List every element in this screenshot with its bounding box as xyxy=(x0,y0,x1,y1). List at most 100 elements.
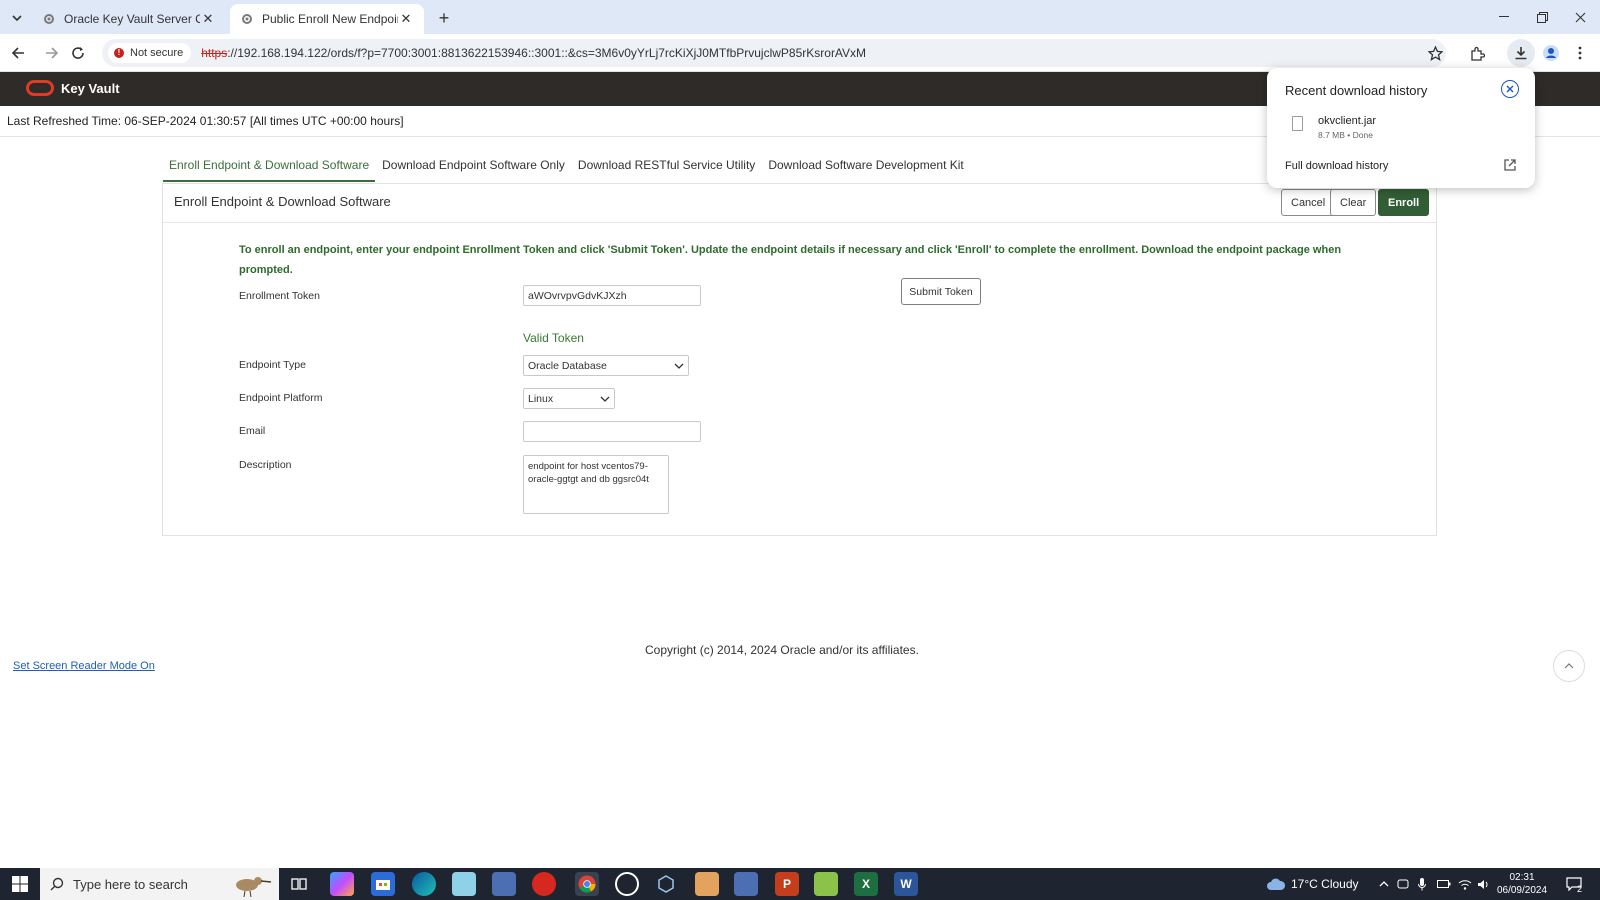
browser-tabstrip: Oracle Key Vault Server Console ✕ Public… xyxy=(0,0,1600,34)
bookmark-star-icon[interactable] xyxy=(1423,41,1447,65)
microphone-icon[interactable] xyxy=(1418,868,1426,900)
endpoint-platform-label: Endpoint Platform xyxy=(239,392,323,404)
endpoint-platform-select[interactable]: Linux xyxy=(523,388,615,409)
address-bar[interactable]: ! Not secure https://192.168.194.122/ord… xyxy=(102,39,1446,67)
clock-date: 06/09/2024 xyxy=(1496,885,1548,896)
oracle-logo-icon xyxy=(26,80,54,96)
open-external-icon[interactable] xyxy=(1503,158,1517,172)
taskbar-clock[interactable]: 02:31 06/09/2024 xyxy=(1486,871,1558,897)
submit-token-button[interactable]: Submit Token xyxy=(901,278,981,305)
email-label: Email xyxy=(239,425,266,437)
edge-browser-icon[interactable] xyxy=(412,872,436,896)
windows-start-icon[interactable] xyxy=(0,868,40,900)
notepad-icon[interactable] xyxy=(452,872,476,896)
clear-button[interactable]: Clear xyxy=(1330,189,1377,216)
tab-search-dropdown-icon[interactable] xyxy=(6,7,28,29)
warning-icon: ! xyxy=(114,48,124,58)
downloads-icon[interactable] xyxy=(1507,39,1535,67)
file-icon xyxy=(1292,116,1303,131)
tab-download-sdk[interactable]: Download Software Development Kit xyxy=(762,150,969,182)
reload-icon[interactable] xyxy=(66,41,90,65)
chevron-up-icon xyxy=(1564,663,1574,669)
wifi-icon[interactable] xyxy=(1458,868,1472,900)
download-file-meta: 8.7 MB • Done xyxy=(1318,130,1373,140)
region-title: Enroll Endpoint & Download Software xyxy=(174,194,391,209)
store-icon[interactable] xyxy=(371,872,395,896)
endpoint-type-value: Oracle Database xyxy=(528,359,607,372)
task-view-icon[interactable] xyxy=(287,872,311,896)
tab-close-icon[interactable]: ✕ xyxy=(398,11,414,27)
browser-menu-icon[interactable] xyxy=(1568,41,1592,65)
file-manager-icon[interactable] xyxy=(695,872,719,896)
back-icon[interactable] xyxy=(6,41,30,65)
notepadpp-icon[interactable] xyxy=(814,872,838,896)
gear-favicon-icon xyxy=(44,14,54,24)
excel-icon[interactable]: X xyxy=(854,872,878,896)
email-input[interactable] xyxy=(523,421,701,442)
tab-download-endpoint-software[interactable]: Download Endpoint Software Only xyxy=(376,150,571,182)
copilot-icon[interactable] xyxy=(330,872,354,896)
clock-time: 02:31 xyxy=(1509,872,1535,883)
oracle-app-icon[interactable] xyxy=(532,872,556,896)
meet-icon[interactable] xyxy=(1397,868,1409,900)
tab-enroll-endpoint[interactable]: Enroll Endpoint & Download Software xyxy=(163,150,376,182)
close-window-icon[interactable] xyxy=(1561,0,1599,34)
enrollment-token-input[interactable]: aWOvrvpvGdvKJXzh xyxy=(523,285,701,306)
minimize-icon[interactable] xyxy=(1485,0,1523,34)
powerpoint-icon[interactable]: P xyxy=(775,872,799,896)
notification-center-icon[interactable]: 2 xyxy=(1566,868,1582,900)
chevron-down-icon xyxy=(600,396,610,402)
weather-widget[interactable]: 17°C Cloudy xyxy=(1266,868,1359,900)
enroll-button[interactable]: Enroll xyxy=(1378,189,1430,216)
enrollment-token-label: Enrollment Token xyxy=(239,290,320,302)
full-download-history-link[interactable]: Full download history xyxy=(1285,160,1388,172)
profile-avatar-icon[interactable] xyxy=(1539,41,1563,65)
download-file-name[interactable]: okvclient.jar xyxy=(1318,115,1376,127)
tab-close-icon[interactable]: ✕ xyxy=(200,11,216,27)
search-placeholder: Type here to search xyxy=(73,876,188,892)
endpoint-type-label: Endpoint Type xyxy=(239,359,306,371)
show-hidden-icons-icon[interactable] xyxy=(1379,868,1389,900)
search-highlight-bird-icon xyxy=(236,877,272,897)
scroll-to-top-button[interactable] xyxy=(1553,650,1585,682)
browser-tab-public-enroll[interactable]: Public Enroll New Endpoint ✕ xyxy=(230,4,424,34)
endpoint-type-select[interactable]: Oracle Database xyxy=(523,355,689,376)
app-name: Key Vault xyxy=(61,81,120,96)
download-history-popup: Recent download history okvclient.jar 8.… xyxy=(1267,68,1535,188)
weather-text: 17°C Cloudy xyxy=(1291,877,1359,891)
new-tab-icon[interactable]: + xyxy=(432,6,456,30)
virtualbox-icon[interactable] xyxy=(654,872,678,896)
tab-download-restful-utility[interactable]: Download RESTful Service Utility xyxy=(572,150,761,182)
remote-desktop-icon[interactable] xyxy=(492,872,516,896)
battery-icon[interactable] xyxy=(1437,868,1451,900)
cancel-button[interactable]: Cancel xyxy=(1281,189,1336,216)
taskbar-search-box[interactable]: Type here to search xyxy=(40,868,279,900)
restore-icon[interactable] xyxy=(1523,0,1561,34)
close-icon[interactable] xyxy=(1501,80,1519,98)
not-secure-chip[interactable]: ! Not secure xyxy=(108,43,192,63)
browser-toolbar: ! Not secure https://192.168.194.122/ord… xyxy=(0,34,1600,72)
network-tool-icon[interactable] xyxy=(734,872,758,896)
last-refreshed-text: Last Refreshed Time: 06-SEP-2024 01:30:5… xyxy=(7,114,404,128)
cloud-icon xyxy=(1267,878,1286,890)
search-icon xyxy=(50,877,64,891)
instructions-text: To enroll an endpoint, enter your endpoi… xyxy=(239,244,1342,276)
gear-favicon-icon xyxy=(242,14,252,24)
copyright-text: Copyright (c) 2014, 2024 Oracle and/or i… xyxy=(645,643,919,657)
description-label: Description xyxy=(239,459,292,471)
clock-app-icon[interactable] xyxy=(615,872,639,896)
extensions-icon[interactable] xyxy=(1465,41,1489,65)
notification-count-badge: 2 xyxy=(1577,884,1583,894)
tab-title: Oracle Key Vault Server Console xyxy=(64,12,200,26)
popup-title: Recent download history xyxy=(1285,83,1428,98)
forward-icon[interactable] xyxy=(40,41,64,65)
screen-reader-mode-link[interactable]: Set Screen Reader Mode On xyxy=(13,660,155,672)
word-icon[interactable]: W xyxy=(894,872,918,896)
enroll-region: Enroll Endpoint & Download Software Canc… xyxy=(162,183,1437,536)
browser-tab-okv-console[interactable]: Oracle Key Vault Server Console ✕ xyxy=(32,4,226,34)
description-textarea[interactable]: endpoint for host vcentos79-oracle-ggtgt… xyxy=(523,455,669,514)
region-header: Enroll Endpoint & Download Software Canc… xyxy=(163,184,1436,223)
url-text: https://192.168.194.122/ords/f?p=7700:30… xyxy=(201,46,867,60)
chrome-icon[interactable] xyxy=(575,872,599,896)
download-tabs: Enroll Endpoint & Download Software Down… xyxy=(163,150,971,182)
